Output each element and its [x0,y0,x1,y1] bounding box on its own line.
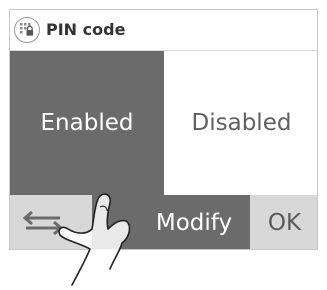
disabled-option[interactable]: Disabled [164,51,317,195]
modify-button-label: Modify [155,209,233,236]
page-title: PIN code [46,20,126,39]
pin-code-screen: PIN code Enabled Disabled Modify OK [9,9,318,250]
ok-button-label: OK [267,209,302,236]
keypad-lock-icon [14,17,40,43]
enabled-option[interactable]: Enabled [10,51,164,195]
swap-arrows-icon [22,210,64,236]
header-bar: PIN code [10,10,317,51]
enabled-option-label: Enabled [40,110,134,136]
bottom-action-bar: Modify OK [10,195,317,249]
modify-button[interactable]: Modify [92,195,250,249]
ok-button[interactable]: OK [250,195,317,249]
back-button[interactable] [10,195,92,249]
disabled-option-label: Disabled [191,110,292,136]
